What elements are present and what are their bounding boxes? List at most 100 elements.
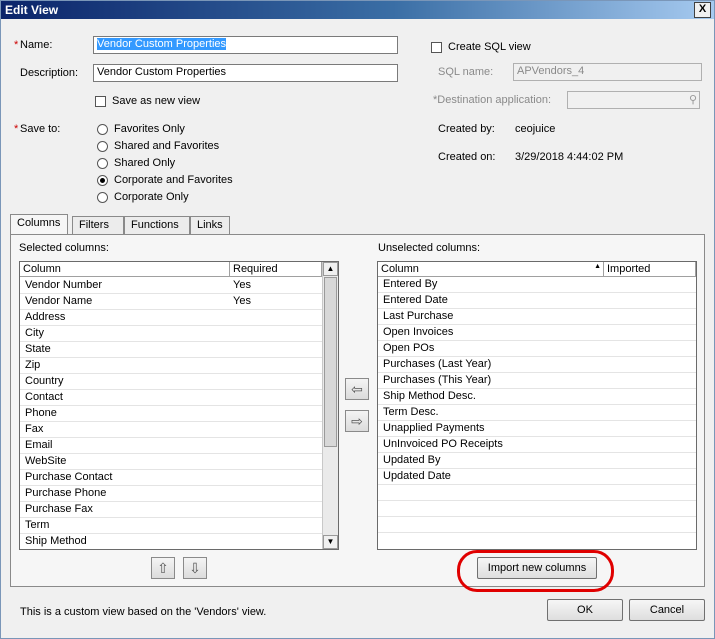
save-option-favorites-only: Favorites Only <box>114 123 185 135</box>
column-name: Ship Method <box>25 535 87 547</box>
ok-button[interactable]: OK <box>547 599 623 621</box>
table-row[interactable]: Contact <box>20 390 322 406</box>
column-name: Vendor Number <box>25 279 103 291</box>
required-value: Yes <box>233 279 251 291</box>
column-name: Updated Date <box>383 470 451 482</box>
created-on-value: 3/29/2018 4:44:02 PM <box>515 151 624 163</box>
description-input[interactable]: Vendor Custom Properties <box>93 64 398 82</box>
column-name: WebSite <box>25 455 67 467</box>
table-row[interactable]: Purchases (This Year) <box>378 373 696 389</box>
name-value: Vendor Custom Properties <box>97 38 227 50</box>
save-option-radio[interactable] <box>97 141 108 152</box>
sql-name-input[interactable]: APVendors_4 <box>513 63 702 81</box>
table-row[interactable]: Entered By <box>378 277 696 293</box>
scroll-up-button[interactable]: ▲ <box>323 262 338 276</box>
move-left-button[interactable]: ⇦ <box>345 378 369 400</box>
table-row[interactable]: Open Invoices <box>378 325 696 341</box>
unselected-list-header: Column ▲ Imported <box>378 262 696 277</box>
save-option-radio[interactable] <box>97 124 108 135</box>
annotation-circle <box>457 550 614 592</box>
required-header[interactable]: Required <box>230 262 322 277</box>
column-name: Country <box>25 375 64 387</box>
table-row[interactable]: Entered Date <box>378 293 696 309</box>
edit-view-dialog: Edit View X * Name: Vendor Custom Proper… <box>0 0 715 639</box>
save-option-radio-selected[interactable] <box>97 175 108 186</box>
columns-panel: Selected columns: Unselected columns: Co… <box>10 234 705 587</box>
empty-row[interactable] <box>378 501 696 517</box>
save-as-new-checkbox[interactable] <box>95 96 106 107</box>
table-row[interactable]: State <box>20 342 322 358</box>
table-row[interactable]: Zip <box>20 358 322 374</box>
save-to-label: Save to: <box>20 123 61 135</box>
table-row[interactable]: Country <box>20 374 322 390</box>
arrow-down-icon: ⇩ <box>189 560 201 576</box>
table-row[interactable]: Email <box>20 438 322 454</box>
description-label: Description: <box>20 67 79 79</box>
table-row[interactable]: Address <box>20 310 322 326</box>
name-required-marker: * <box>14 39 19 51</box>
unselected-columns-list[interactable]: Column ▲ Imported Entered By Entered Date L… <box>377 261 697 550</box>
table-row[interactable]: City <box>20 326 322 342</box>
selected-columns-list[interactable]: Column Required Vendor Number Yes Vendor N… <box>19 261 339 550</box>
title-bar[interactable]: Edit View X <box>1 1 714 19</box>
table-row[interactable]: UnInvoiced PO Receipts <box>378 437 696 453</box>
window-title: Edit View <box>5 3 59 17</box>
table-row[interactable]: Updated Date <box>378 469 696 485</box>
sort-ascending-icon: ▲ <box>594 263 601 270</box>
scroll-down-button[interactable]: ▼ <box>323 535 338 549</box>
table-row[interactable]: Purchase Contact <box>20 470 322 486</box>
table-row[interactable]: Term <box>20 518 322 534</box>
move-right-button[interactable]: ⇨ <box>345 410 369 432</box>
save-option-corporate-only: Corporate Only <box>114 191 189 203</box>
empty-row[interactable] <box>378 517 696 533</box>
move-down-button[interactable]: ⇩ <box>183 557 207 579</box>
column-name: Email <box>25 439 53 451</box>
table-row[interactable]: Last Purchase <box>378 309 696 325</box>
table-row[interactable]: Purchase Phone <box>20 486 322 502</box>
cancel-button[interactable]: Cancel <box>629 599 705 621</box>
table-row[interactable]: Unapplied Payments <box>378 421 696 437</box>
table-row[interactable]: Vendor Name Yes <box>20 294 322 310</box>
imported-header[interactable]: Imported <box>604 262 696 277</box>
column-header[interactable]: Column <box>20 262 230 277</box>
column-name: Purchase Phone <box>25 487 107 499</box>
table-row[interactable]: WebSite <box>20 454 322 470</box>
table-row[interactable]: Updated By <box>378 453 696 469</box>
column-name: Purchase Fax <box>25 503 93 515</box>
scroll-thumb[interactable] <box>324 277 337 447</box>
required-value: Yes <box>233 295 251 307</box>
name-input[interactable]: Vendor Custom Properties <box>93 36 398 54</box>
save-as-new-label: Save as new view <box>112 95 201 107</box>
save-to-required-marker: * <box>14 123 19 135</box>
tab-filters[interactable]: Filters <box>72 216 124 234</box>
table-row[interactable]: Fax <box>20 422 322 438</box>
save-option-corporate-and-favorites: Corporate and Favorites <box>114 174 233 186</box>
create-sql-view-checkbox[interactable] <box>431 42 442 53</box>
save-option-radio[interactable] <box>97 158 108 169</box>
search-icon[interactable]: ⚲ <box>689 93 697 106</box>
column-name: Last Purchase <box>383 310 454 322</box>
table-row[interactable]: Purchases (Last Year) <box>378 357 696 373</box>
table-row[interactable]: Open POs <box>378 341 696 357</box>
close-button[interactable]: X <box>694 2 711 18</box>
table-row[interactable]: Ship Method Desc. <box>378 389 696 405</box>
column-header[interactable]: Column ▲ <box>378 262 604 277</box>
table-row[interactable]: Purchase Fax <box>20 502 322 518</box>
tab-links[interactable]: Links <box>190 216 230 234</box>
save-option-shared-only: Shared Only <box>114 157 176 169</box>
column-name: Term <box>25 519 50 531</box>
table-row[interactable]: Term Desc. <box>378 405 696 421</box>
tab-columns[interactable]: Columns <box>10 214 68 235</box>
table-row[interactable]: Ship Method <box>20 534 322 549</box>
table-row[interactable]: Phone <box>20 406 322 422</box>
move-up-button[interactable]: ⇧ <box>151 557 175 579</box>
empty-row[interactable] <box>378 485 696 501</box>
destination-application-input[interactable]: ⚲ <box>567 91 700 109</box>
table-row[interactable]: Vendor Number Yes <box>20 278 322 294</box>
selected-list-scrollbar[interactable]: ▲ ▼ <box>322 262 338 549</box>
unselected-columns-label: Unselected columns: <box>378 242 481 254</box>
save-option-radio[interactable] <box>97 192 108 203</box>
created-by-value: ceojuice <box>515 123 556 135</box>
column-header-label: Column <box>381 263 419 275</box>
tab-functions[interactable]: Functions <box>124 216 190 234</box>
